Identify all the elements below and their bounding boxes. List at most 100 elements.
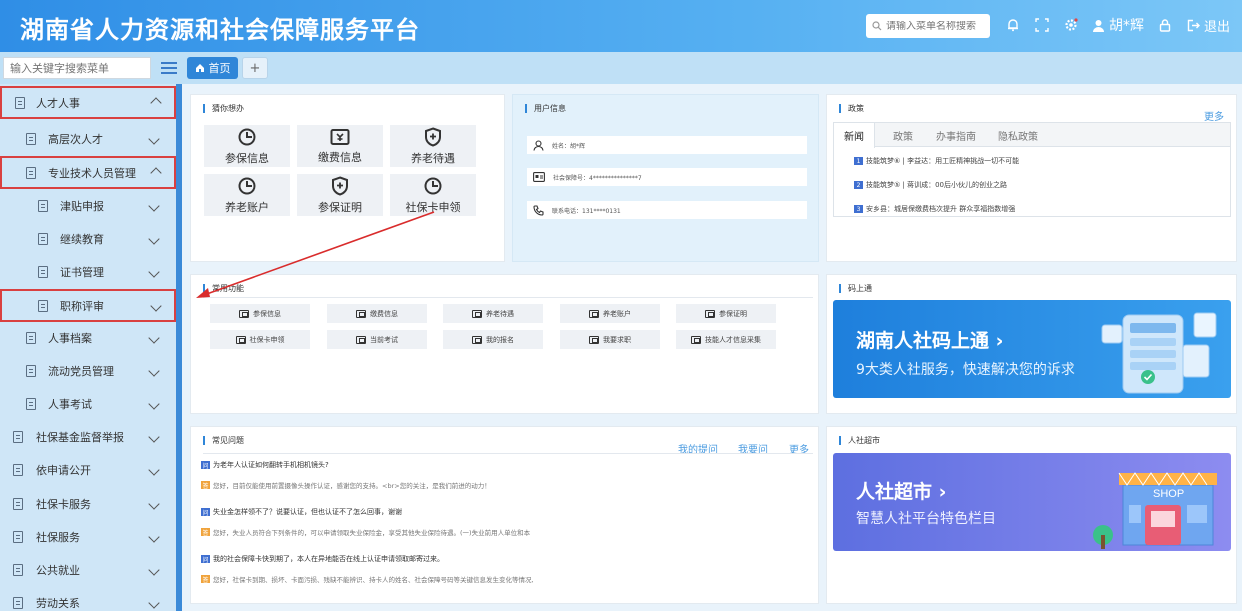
sidebar-item-allowance[interactable]: 津贴申报 [0, 189, 176, 222]
sidebar-item-social-security[interactable]: 社保服务 [0, 520, 176, 553]
sidebar-item-ss-card[interactable]: 社保卡服务 [0, 487, 176, 520]
service-btn-label: 我要求职 [603, 335, 631, 344]
service-btn-pension-account[interactable]: 养老账户 [560, 304, 660, 323]
fullscreen-icon[interactable] [1032, 15, 1052, 35]
tab-news[interactable]: 新闻 [834, 123, 875, 148]
sidebar-scrollbar[interactable] [176, 84, 182, 611]
menu-search-input[interactable] [3, 57, 151, 79]
policy-more-link[interactable]: 更多 [1204, 108, 1224, 123]
service-btn-payment-info[interactable]: 缴费信息 [327, 304, 427, 323]
market-title: 人社超市 [839, 436, 880, 445]
news-rank-badge: 3 [854, 205, 863, 213]
sidebar-item-fund-supervision[interactable]: 社保基金监督举报 [0, 420, 176, 453]
code-banner[interactable]: 湖南人社码上通 › 9大类人社服务，快速解决您的诉求 [833, 300, 1231, 398]
faq-answer: 答您好，失业人员符合下列条件的，可以申请领取失业保险金，享受其他失业保险待遇。(… [201, 527, 530, 537]
header-search-box[interactable] [866, 14, 990, 38]
logout-label: 退出 [1204, 20, 1231, 35]
sidebar-item-public-employment[interactable]: 公共就业 [0, 553, 176, 586]
quick-tile-insurance-cert[interactable]: 参保证明 [297, 174, 383, 216]
market-banner[interactable]: 人社超市 › 智慧人社平台特色栏目 SHOP [833, 453, 1231, 551]
svg-text:SHOP: SHOP [1153, 488, 1184, 500]
news-item[interactable]: 2 技能筑梦⑤ | 蒋训成：00后小伙儿的创业之路 [854, 180, 1007, 190]
sidebar-item-personnel-exam[interactable]: 人事考试 [0, 387, 176, 420]
user-name-text: 姓名：胡*辉 [552, 142, 586, 150]
service-btn-skilled-talent[interactable]: 技能人才信息采集 [676, 330, 776, 349]
common-functions-card: 常用功能 参保信息 缴费信息 养老待遇 养老账户 参保证明 社保卡申领 当前考试… [190, 274, 819, 414]
logout-button[interactable]: 退出 [1187, 16, 1230, 35]
bell-icon[interactable] [1003, 15, 1023, 35]
user-name: 胡*辉 [1109, 18, 1144, 34]
news-item-text: 技能筑梦⑤ | 蒋训成：00后小伙儿的创业之路 [866, 181, 1007, 189]
chevron-down-icon [148, 497, 160, 510]
service-btn-job-seek[interactable]: 我要求职 [560, 330, 660, 349]
question-badge-icon: 问 [201, 508, 210, 517]
document-icon [13, 497, 23, 510]
add-tab-button[interactable]: + [242, 57, 268, 79]
service-icon [239, 309, 249, 318]
quick-tile-pension[interactable]: 养老待遇 [390, 125, 476, 167]
user-name-row: 姓名：胡*辉 [527, 136, 807, 154]
answer-badge-icon: 答 [201, 575, 210, 584]
tab-policy[interactable]: 政策 [882, 123, 924, 147]
service-btn-current-exam[interactable]: 当前考试 [327, 330, 427, 349]
service-btn-insurance-cert[interactable]: 参保证明 [676, 304, 776, 323]
quick-tile-card-apply[interactable]: 社保卡申领 [390, 174, 476, 216]
sidebar-item-label: 依申请公开 [36, 463, 91, 477]
home-icon [195, 64, 204, 72]
sidebar-item-labor-relations[interactable]: 劳动关系 [0, 586, 176, 611]
tab-guide[interactable]: 办事指南 [926, 123, 986, 147]
news-item-text: 安乡县：城居保缴费档次提升 群众享福指数增强 [866, 205, 1016, 213]
quick-tile-label: 养老账户 [225, 200, 269, 214]
sidebar-item-talent-personnel[interactable]: 人才人事 [0, 86, 176, 119]
faq-question-text: 为老年人认证如何翻转手机相机镜头? [213, 461, 329, 469]
service-btn-pension[interactable]: 养老待遇 [443, 304, 543, 323]
tab-home[interactable]: 首页 [187, 57, 238, 79]
service-btn-card-apply[interactable]: 社保卡申领 [210, 330, 310, 349]
service-btn-label: 当前考试 [370, 335, 398, 344]
service-icon [705, 309, 715, 318]
service-btn-label: 我的报名 [486, 335, 514, 344]
quick-tile-pension-account[interactable]: 养老账户 [204, 174, 290, 216]
hamburger-menu-icon[interactable] [161, 59, 177, 77]
policy-tab-panel: 新闻 政策 办事指南 隐私政策 1 技能筑梦⑥ | 李益达：用工匠精神挑战一切不… [833, 122, 1231, 217]
guess-card: 猜你想办 参保信息 缴费信息 养老待遇 养老账户 参保证明 社保卡申领 [190, 94, 505, 262]
sidebar-item-mobile-party[interactable]: 流动党员管理 [0, 354, 176, 387]
service-icon [589, 309, 599, 318]
lock-icon[interactable] [1155, 15, 1175, 35]
header-search-input[interactable] [886, 20, 986, 32]
sidebar-item-certificates[interactable]: 证书管理 [0, 255, 176, 288]
service-btn-label: 参保证明 [719, 309, 747, 318]
sidebar-item-high-level-talent[interactable]: 高层次人才 [0, 122, 176, 155]
service-btn-insurance-info[interactable]: 参保信息 [210, 304, 310, 323]
faq-question[interactable]: 问我的社会保障卡快到期了，本人在异地能否在线上认证申请领取邮寄过来。 [201, 554, 444, 564]
quick-tile-payment-info[interactable]: 缴费信息 [297, 125, 383, 167]
sidebar-item-personnel-files[interactable]: 人事档案 [0, 321, 176, 354]
tab-privacy[interactable]: 隐私政策 [986, 123, 1050, 147]
news-item[interactable]: 3 安乡县：城居保缴费档次提升 群众享福指数增强 [854, 204, 1015, 214]
document-icon [26, 132, 36, 145]
quick-tile-label: 缴费信息 [318, 150, 362, 164]
user-icon [533, 139, 544, 151]
faq-answer-text: 您好，社保卡到期、损坏、卡面污损、残缺不能辨识、持卡人的姓名、社会保障号码等关键… [213, 576, 534, 584]
faq-question[interactable]: 问失业金怎样领不了？说要认证，但也认证不了怎么回事，谢谢 [201, 507, 402, 517]
user-menu[interactable]: 胡*辉 [1092, 15, 1144, 35]
sidebar-item-continuing-education[interactable]: 继续教育 [0, 222, 176, 255]
clock-icon [238, 128, 256, 145]
policy-card: 政策 更多 新闻 政策 办事指南 隐私政策 1 技能筑梦⑥ | 李益达：用工匠精… [826, 94, 1237, 262]
sidebar-item-label: 继续教育 [60, 232, 104, 246]
clock-icon [424, 177, 442, 194]
clock-icon [238, 177, 256, 194]
sidebar-item-label: 高层次人才 [48, 132, 103, 146]
settings-gear-icon[interactable] [1061, 15, 1081, 35]
sidebar-item-professional-tech[interactable]: 专业技术人员管理 [0, 156, 176, 189]
chevron-down-icon [148, 265, 160, 278]
tab-bar: 首页 + [0, 52, 1242, 84]
news-item[interactable]: 1 技能筑梦⑥ | 李益达：用工匠精神挑战一切不可能 [854, 156, 1019, 166]
sidebar-item-title-review[interactable]: 职称评审 [0, 289, 176, 322]
user-phone-row: 联系电话：131****0131 [527, 201, 807, 219]
faq-question[interactable]: 问为老年人认证如何翻转手机相机镜头? [201, 460, 329, 470]
quick-tile-insurance-info[interactable]: 参保信息 [204, 125, 290, 167]
service-btn-my-registration[interactable]: 我的报名 [443, 330, 543, 349]
sidebar-item-disclosure[interactable]: 依申请公开 [0, 453, 176, 486]
code-banner-title: 湖南人社码上通 › [856, 330, 1004, 352]
